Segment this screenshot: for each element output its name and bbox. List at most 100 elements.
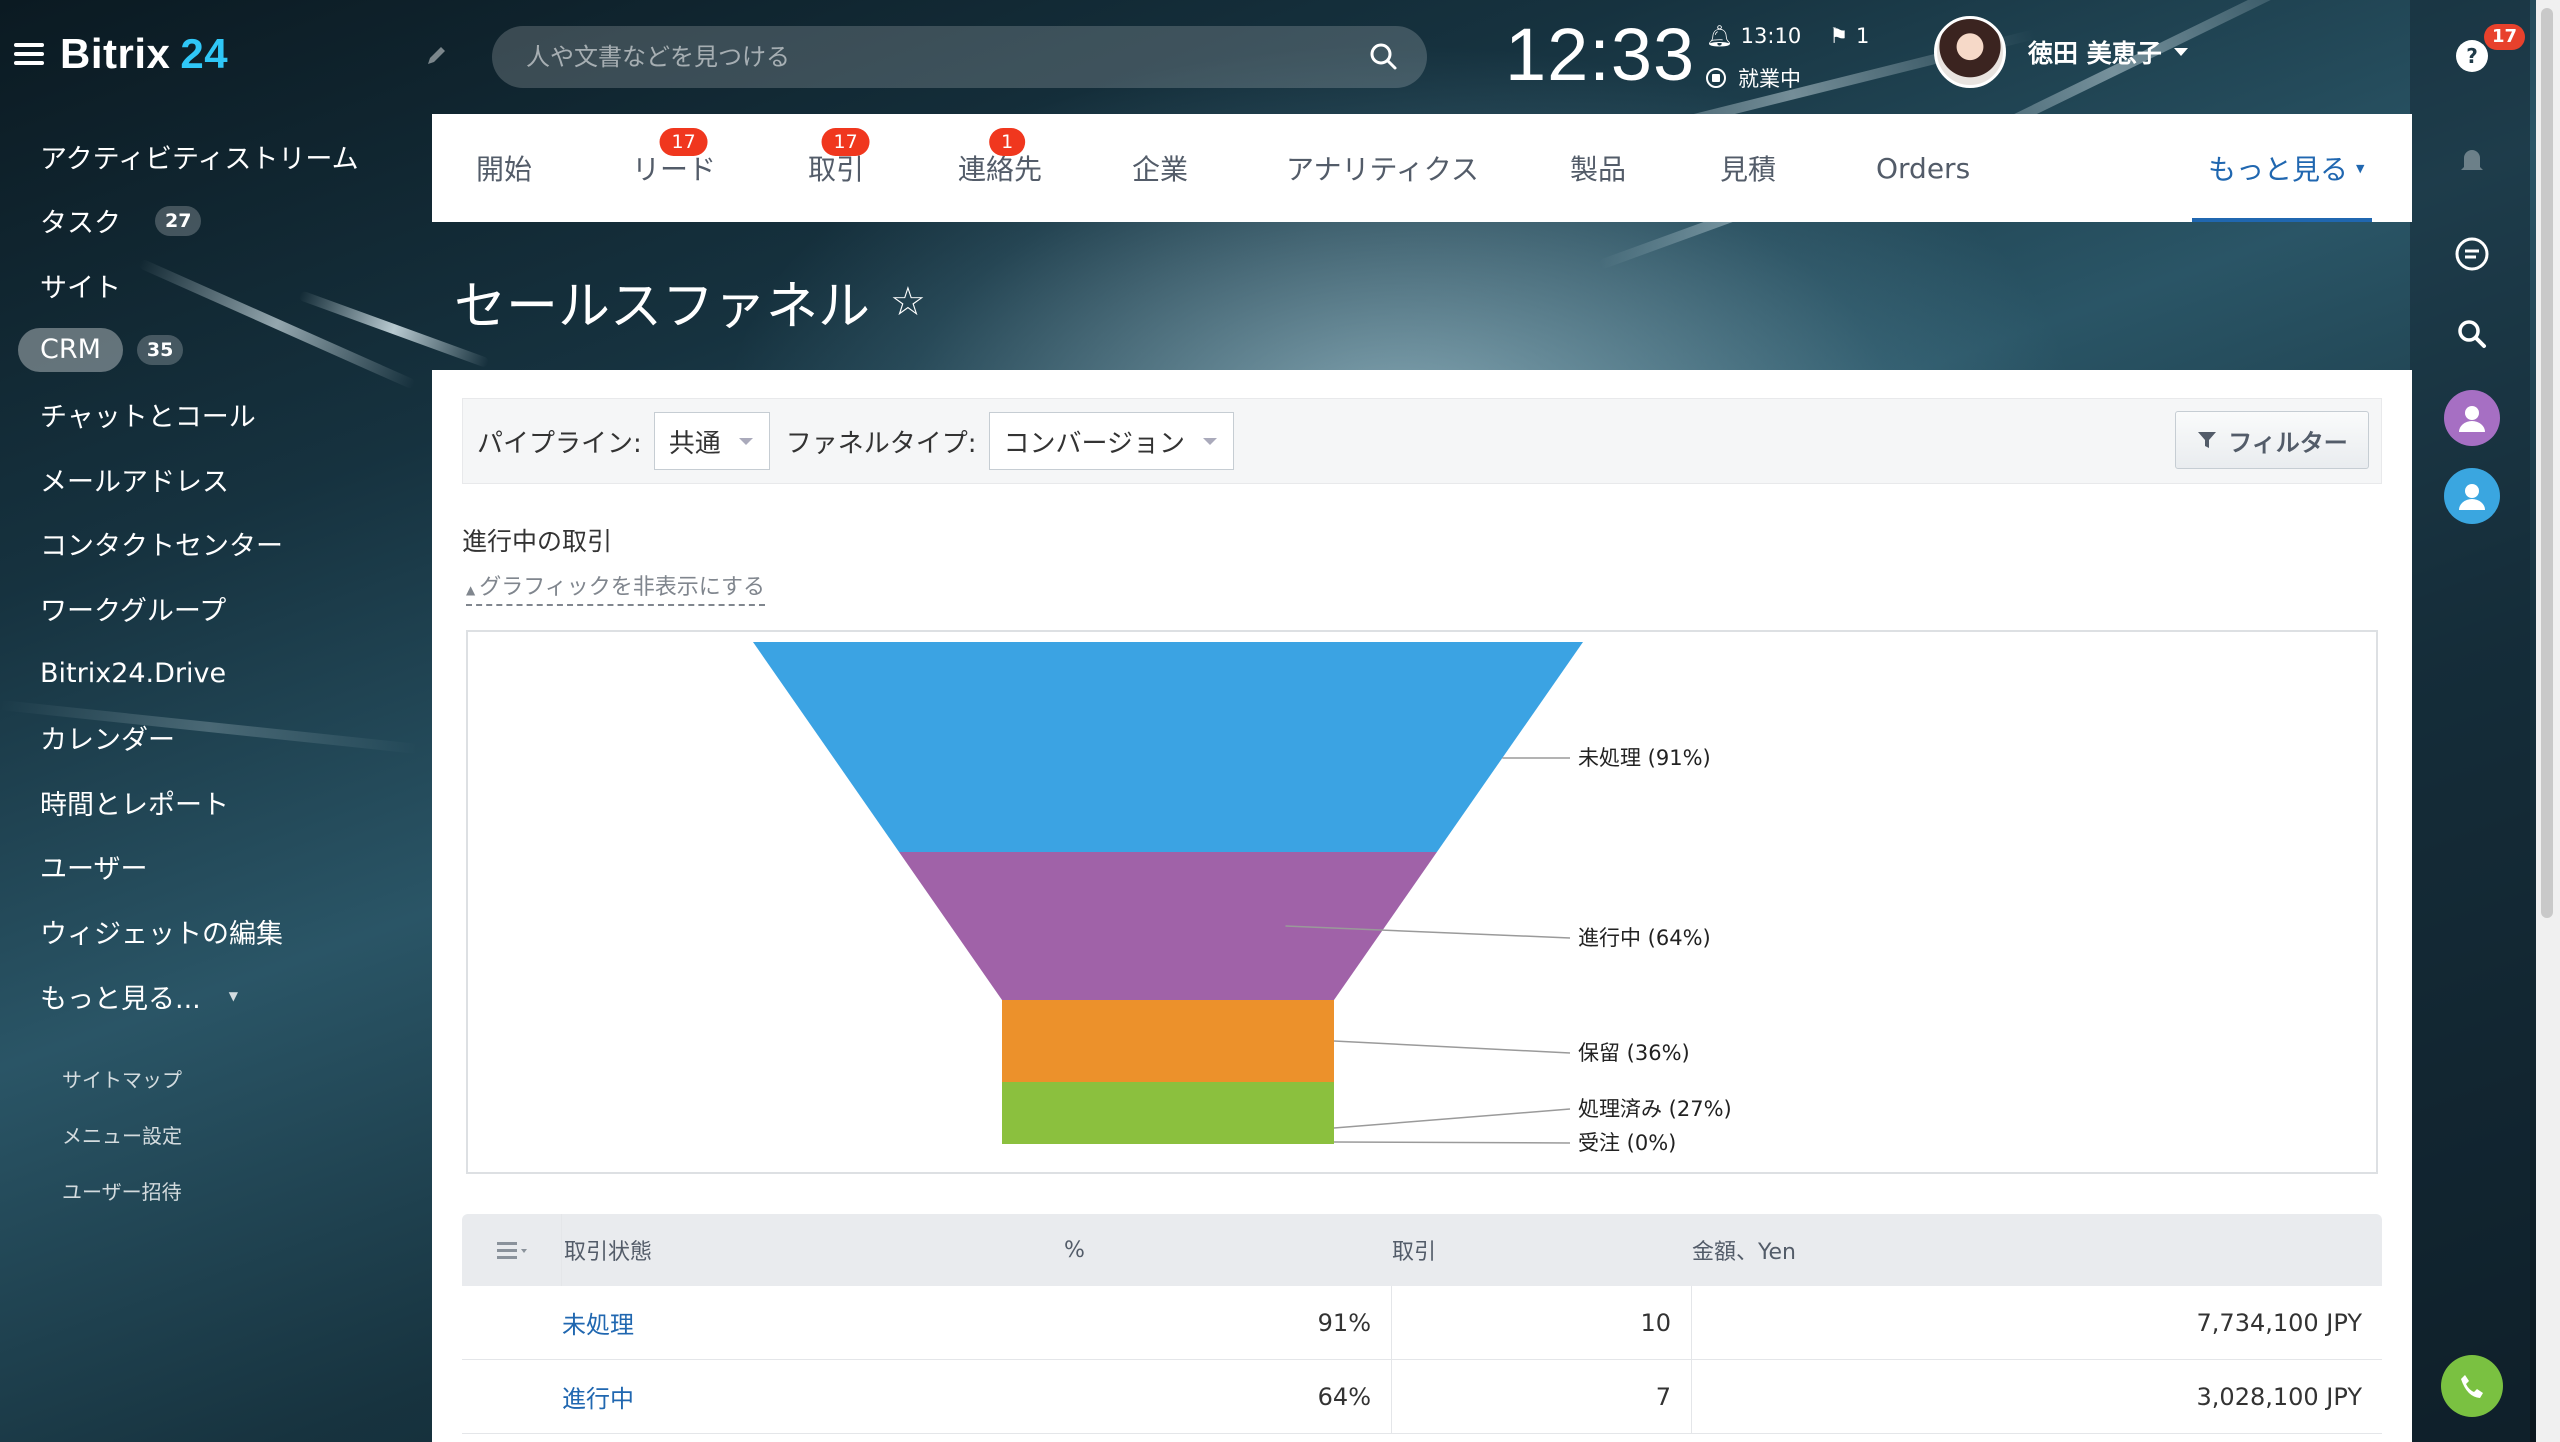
pipeline-select[interactable]: 共通: [653, 412, 770, 470]
sidebar-item[interactable]: コンタクトセンター: [40, 512, 420, 577]
sidebar-item[interactable]: カレンダー: [40, 705, 420, 770]
crm-tab-label: 製品: [1570, 153, 1627, 186]
row-percent-text: 64%: [1317, 1382, 1371, 1411]
sidebar-item[interactable]: タスク 27: [40, 189, 420, 254]
hide-chart-label: グラフィックを非表示にする: [479, 575, 766, 600]
contact-avatar-2[interactable]: [2444, 468, 2500, 524]
clock[interactable]: 12:33: [1505, 12, 1695, 97]
page-scrollbar[interactable]: [2536, 0, 2560, 1442]
sidebar-link-menu-settings[interactable]: メニュー設定: [62, 1120, 182, 1176]
sidebar-item[interactable]: CRM 35: [18, 318, 420, 383]
sidebar-item-count: 35: [136, 335, 184, 366]
app-logo[interactable]: Bitrix 24: [14, 30, 228, 78]
sidebar-item-label: メールアドレス: [40, 466, 229, 498]
contact-avatar-1[interactable]: [2444, 390, 2500, 446]
crm-tab-label: アナリティクス: [1286, 153, 1479, 186]
funnel-leader-line-3: [1333, 1108, 1571, 1129]
row-status[interactable]: 進行中: [562, 1360, 1062, 1433]
sidebar-item[interactable]: ウィジェットの編集: [40, 899, 420, 964]
sidebar-item[interactable]: ワークグループ: [40, 576, 420, 641]
work-time-status[interactable]: 🔔︎ 13:10 ⚑ 1 就業中: [1706, 20, 1869, 94]
sidebar-footer-links: サイトマップ メニュー設定 ユーザー招待: [62, 1064, 182, 1232]
funnel-stage-3[interactable]: [1002, 1082, 1334, 1144]
crm-tab-label: 企業: [1132, 153, 1189, 186]
sidebar-item-label: もっと見る...: [40, 983, 201, 1015]
sidebar-link-invite-users[interactable]: ユーザー招待: [62, 1176, 182, 1232]
sidebar-item-label: ワークグループ: [40, 595, 227, 627]
notifications-button[interactable]: [2444, 132, 2500, 188]
help-icon: ?: [2456, 40, 2488, 72]
crm-tabs: 開始 リード 17 取引 17 連絡先 1 企業 アナリティクス 製品 見積 Orders もっと見る ▼: [432, 114, 2412, 222]
header-deals[interactable]: 取引: [1392, 1214, 1692, 1286]
flag-icon: ⚑: [1829, 24, 1849, 48]
user-icon: [2459, 484, 2485, 510]
sidebar-item-label: CRM: [18, 328, 123, 373]
row-deals: 7: [1392, 1360, 1692, 1433]
funnel-stage-0[interactable]: [753, 642, 1583, 852]
funnel-stage-2[interactable]: [1002, 1000, 1334, 1082]
column-settings-icon[interactable]: [462, 1214, 562, 1286]
crm-tab[interactable]: 製品: [1570, 114, 1626, 222]
crm-tab[interactable]: もっと見る ▼: [2191, 114, 2373, 222]
crm-tab[interactable]: リード 17: [632, 114, 716, 222]
page-title: セールスファネル ☆: [454, 264, 926, 339]
sidebar-item[interactable]: アクティビティストリーム: [40, 124, 420, 189]
user-menu[interactable]: 徳田 美恵子: [1934, 16, 2188, 88]
row-amount-text: 3,028,100 JPY: [2196, 1382, 2362, 1411]
favorite-star-icon[interactable]: ☆: [890, 279, 926, 325]
crm-tab[interactable]: 取引 17: [808, 114, 870, 222]
scrollbar-thumb[interactable]: [2541, 8, 2553, 918]
row-amount: 7,734,100 JPY: [1692, 1286, 2382, 1359]
sidebar-item[interactable]: チャットとコール: [40, 382, 420, 447]
funnel-stage-1[interactable]: [899, 852, 1437, 1000]
funnel-chart-svg: 未処理 (91%) 進行中 (64%) 保留 (36%) 処理済み (27%) 受注 (…: [753, 642, 1732, 1155]
header-amount[interactable]: 金額、Yen: [1692, 1214, 2382, 1286]
row-status[interactable]: 未処理: [562, 1286, 1062, 1359]
crm-tab-badge: 1: [989, 128, 1026, 156]
search-icon[interactable]: [1359, 32, 1409, 82]
pencil-icon[interactable]: [424, 44, 448, 68]
hide-chart-toggle[interactable]: ▲ グラフィックを非表示にする: [466, 574, 766, 606]
row-amount-text: 7,734,100 JPY: [2196, 1308, 2362, 1337]
sidebar-item[interactable]: 時間とレポート: [40, 770, 420, 835]
header-status[interactable]: 取引状態: [562, 1214, 1062, 1286]
sidebar-item[interactable]: メールアドレス: [40, 447, 420, 512]
phone-call-button[interactable]: [2441, 1355, 2503, 1417]
crm-tab[interactable]: Orders: [1876, 114, 1970, 222]
sidebar-item[interactable]: ユーザー: [40, 835, 420, 900]
funnel-stage-label-1: 進行中 (64%): [1578, 926, 1711, 950]
section-heading: 進行中の取引: [462, 527, 613, 556]
table-header: 取引状態 % 取引 金額、Yen: [462, 1214, 2382, 1286]
crm-tab[interactable]: 見積: [1720, 114, 1776, 222]
menu-burger-icon[interactable]: [14, 43, 44, 65]
sidebar-link-sitemap[interactable]: サイトマップ: [62, 1064, 182, 1120]
sidebar-item[interactable]: Bitrix24.Drive: [40, 641, 420, 706]
crm-tab[interactable]: 連絡先 1: [958, 114, 1042, 222]
row-percent-text: 91%: [1317, 1308, 1371, 1337]
sidebar-item[interactable]: もっと見る... ▼: [40, 964, 420, 1029]
funnel-stage-label-0: 未処理 (91%): [1578, 746, 1711, 770]
crm-tab[interactable]: アナリティクス: [1286, 114, 1479, 222]
chat-button[interactable]: [2444, 226, 2500, 282]
row-spacer: [462, 1360, 562, 1433]
funnel-chart: 未処理 (91%) 進行中 (64%) 保留 (36%) 処理済み (27%) 受注 (…: [466, 630, 2378, 1174]
crm-tab[interactable]: 企業: [1132, 114, 1188, 222]
row-spacer: [462, 1286, 562, 1359]
crm-tab[interactable]: 開始: [476, 114, 532, 222]
row-percent: 91%: [1062, 1286, 1392, 1359]
row-status-text[interactable]: 未処理: [562, 1305, 634, 1340]
funnel-type-value: コンバージョン: [1003, 428, 1186, 459]
filter-button[interactable]: フィルター: [2175, 411, 2369, 469]
funnel-type-select[interactable]: コンバージョン: [988, 412, 1235, 470]
row-status-text[interactable]: 進行中: [562, 1379, 634, 1414]
pipeline-label: パイプライン:: [477, 428, 642, 459]
header-percent[interactable]: %: [1062, 1214, 1392, 1286]
sidebar-item-label: タスク: [40, 208, 121, 240]
search-panel-button[interactable]: [2444, 306, 2500, 362]
table-row[interactable]: 進行中 64% 7 3,028,100 JPY: [462, 1360, 2382, 1434]
sidebar-item-label: カレンダー: [40, 725, 175, 757]
search-bar[interactable]: [492, 26, 1427, 88]
sidebar-item[interactable]: サイト: [40, 253, 420, 318]
search-input[interactable]: [492, 43, 1359, 71]
table-row[interactable]: 未処理 91% 10 7,734,100 JPY: [462, 1286, 2382, 1360]
